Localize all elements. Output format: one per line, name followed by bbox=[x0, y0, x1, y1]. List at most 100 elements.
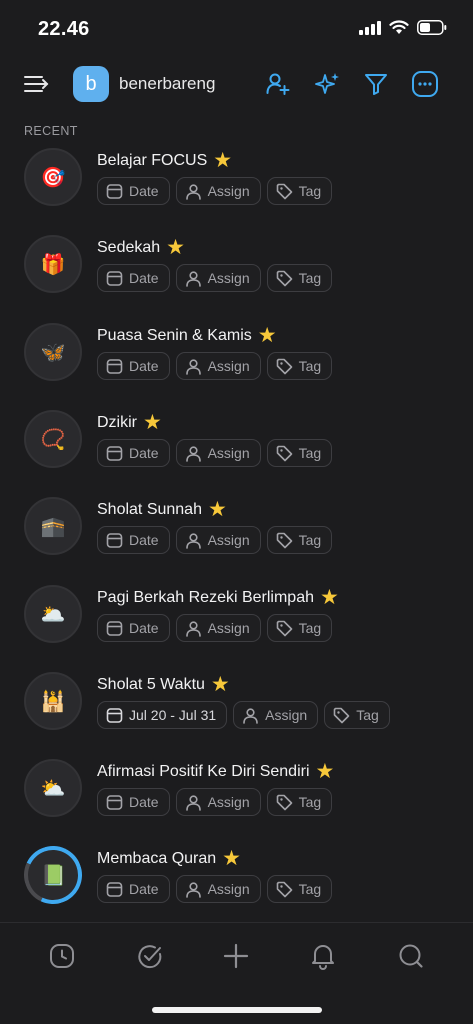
task-emoji-icon[interactable]: 🕋 bbox=[24, 497, 82, 555]
star-icon[interactable]: ★ bbox=[208, 499, 227, 520]
task-title[interactable]: Sedekah ★ bbox=[97, 237, 185, 258]
star-icon[interactable]: ★ bbox=[211, 674, 230, 695]
assign-chip-label: Assign bbox=[207, 881, 250, 897]
task-chips: Date Assign Tag bbox=[97, 264, 333, 292]
tag-chip[interactable]: Tag bbox=[324, 701, 390, 729]
nav-recent[interactable] bbox=[47, 941, 77, 971]
nav-search[interactable] bbox=[396, 941, 426, 971]
task-title[interactable]: Membaca Quran ★ bbox=[97, 848, 241, 869]
workspace-name[interactable]: benerbareng bbox=[119, 74, 215, 94]
task-emoji-icon[interactable]: 📿 bbox=[24, 410, 82, 468]
star-icon[interactable]: ★ bbox=[258, 325, 277, 346]
nav-notifications[interactable] bbox=[308, 941, 338, 971]
assign-chip[interactable]: Assign bbox=[175, 875, 261, 903]
tag-chip[interactable]: Tag bbox=[266, 875, 333, 903]
tag-chip-label: Tag bbox=[298, 183, 322, 199]
task-emoji-icon[interactable]: 🕌 bbox=[24, 672, 82, 730]
add-member-button[interactable] bbox=[264, 70, 292, 98]
task-emoji-icon[interactable]: ⛅ bbox=[24, 759, 82, 817]
nav-tasks[interactable] bbox=[135, 941, 165, 971]
task-title-text: Belajar FOCUS bbox=[97, 151, 208, 169]
tag-chip[interactable]: Tag bbox=[266, 352, 333, 380]
more-options-button[interactable] bbox=[411, 70, 439, 98]
assign-chip[interactable]: Assign bbox=[175, 526, 261, 554]
calendar-icon bbox=[106, 794, 123, 810]
task-row[interactable]: 🎁 Sedekah ★ Date Assign Tag bbox=[0, 227, 473, 314]
star-icon[interactable]: ★ bbox=[222, 848, 241, 869]
assign-chip-label: Assign bbox=[207, 445, 250, 461]
tag-chip[interactable]: Tag bbox=[266, 788, 333, 816]
tag-chip[interactable]: Tag bbox=[266, 614, 333, 642]
task-title-text: Puasa Senin & Kamis bbox=[97, 326, 252, 344]
date-chip[interactable]: Jul 20 - Jul 31 bbox=[97, 701, 228, 729]
task-row[interactable]: 🎯 Belajar FOCUS ★ Date Assign Tag bbox=[0, 140, 473, 227]
assign-chip[interactable]: Assign bbox=[175, 352, 261, 380]
assign-chip[interactable]: Assign bbox=[175, 177, 261, 205]
assign-chip[interactable]: Assign bbox=[175, 788, 261, 816]
calendar-icon bbox=[106, 270, 123, 286]
task-row[interactable]: 📗 Membaca Quran ★ Date Assign Tag bbox=[0, 837, 473, 925]
star-icon[interactable]: ★ bbox=[143, 412, 162, 433]
tag-icon bbox=[276, 445, 292, 461]
task-title[interactable]: Afirmasi Positif Ke Diri Sendiri ★ bbox=[97, 761, 334, 782]
task-row[interactable]: ⛅ Afirmasi Positif Ke Diri Sendiri ★ Date As… bbox=[0, 751, 473, 838]
person-icon bbox=[185, 358, 201, 375]
clock-icon bbox=[50, 944, 74, 968]
tag-chip[interactable]: Tag bbox=[266, 439, 333, 467]
task-row[interactable]: 🦋 Puasa Senin & Kamis ★ Date Assign Tag bbox=[0, 315, 473, 402]
calendar-icon bbox=[106, 445, 123, 461]
star-icon[interactable]: ★ bbox=[320, 587, 339, 608]
star-icon[interactable]: ★ bbox=[316, 761, 335, 782]
filter-button[interactable] bbox=[362, 70, 390, 98]
date-chip[interactable]: Date bbox=[97, 264, 170, 292]
task-title[interactable]: Puasa Senin & Kamis ★ bbox=[97, 325, 277, 346]
task-title[interactable]: Sholat Sunnah ★ bbox=[97, 499, 227, 520]
assign-chip[interactable]: Assign bbox=[233, 701, 319, 729]
person-icon bbox=[185, 881, 201, 898]
assign-chip[interactable]: Assign bbox=[175, 614, 261, 642]
plus-icon bbox=[223, 943, 249, 969]
task-emoji-icon[interactable]: 📗 bbox=[15, 837, 91, 913]
workspace-avatar[interactable]: b bbox=[73, 66, 109, 102]
date-chip[interactable]: Date bbox=[97, 875, 170, 903]
date-chip[interactable]: Date bbox=[97, 526, 170, 554]
menu-icon bbox=[24, 76, 49, 92]
assign-chip[interactable]: Assign bbox=[175, 264, 261, 292]
task-title[interactable]: Sholat 5 Waktu ★ bbox=[97, 674, 230, 695]
tag-chip[interactable]: Tag bbox=[266, 526, 333, 554]
date-chip[interactable]: Date bbox=[97, 614, 170, 642]
task-title[interactable]: Dzikir ★ bbox=[97, 412, 162, 433]
assign-chip-label: Assign bbox=[207, 532, 250, 548]
status-time: 22.46 bbox=[38, 18, 90, 40]
task-title[interactable]: Belajar FOCUS ★ bbox=[97, 150, 232, 171]
task-title[interactable]: Pagi Berkah Rezeki Berlimpah ★ bbox=[97, 587, 339, 608]
task-emoji-icon[interactable]: 🎁 bbox=[24, 235, 82, 293]
date-chip[interactable]: Date bbox=[97, 177, 170, 205]
task-emoji-icon[interactable]: 🎯 bbox=[24, 148, 82, 206]
date-chip[interactable]: Date bbox=[97, 788, 170, 816]
assign-chip[interactable]: Assign bbox=[175, 439, 261, 467]
assign-chip-label: Assign bbox=[207, 620, 250, 636]
task-row[interactable]: 🌥️ Pagi Berkah Rezeki Berlimpah ★ Date Assig… bbox=[0, 577, 473, 664]
date-chip[interactable]: Date bbox=[97, 352, 170, 380]
tag-chip[interactable]: Tag bbox=[266, 264, 333, 292]
task-row[interactable]: 🕋 Sholat Sunnah ★ Date Assign Tag bbox=[0, 489, 473, 576]
task-emoji-icon[interactable]: 🦋 bbox=[24, 323, 82, 381]
tag-chip[interactable]: Tag bbox=[266, 177, 333, 205]
tag-chip-label: Tag bbox=[356, 707, 379, 723]
task-emoji-icon[interactable]: 🌥️ bbox=[24, 585, 82, 643]
task-row[interactable]: 🕌 Sholat 5 Waktu ★ Jul 20 - Jul 31 Assign Tag bbox=[0, 664, 473, 751]
ai-sparkle-button[interactable] bbox=[314, 70, 342, 98]
tag-icon bbox=[333, 707, 350, 723]
date-chip[interactable]: Date bbox=[97, 439, 170, 467]
menu-button[interactable] bbox=[22, 70, 50, 98]
tag-icon bbox=[276, 794, 292, 810]
star-icon[interactable]: ★ bbox=[213, 150, 232, 171]
tag-chip-label: Tag bbox=[298, 794, 322, 810]
star-icon[interactable]: ★ bbox=[166, 237, 185, 258]
nav-add[interactable] bbox=[221, 941, 251, 971]
tag-chip-label: Tag bbox=[298, 358, 322, 374]
task-row[interactable]: 📿 Dzikir ★ Date Assign Tag bbox=[0, 402, 473, 489]
task-emoji: ⛅ bbox=[40, 777, 66, 800]
person-icon bbox=[185, 270, 201, 287]
